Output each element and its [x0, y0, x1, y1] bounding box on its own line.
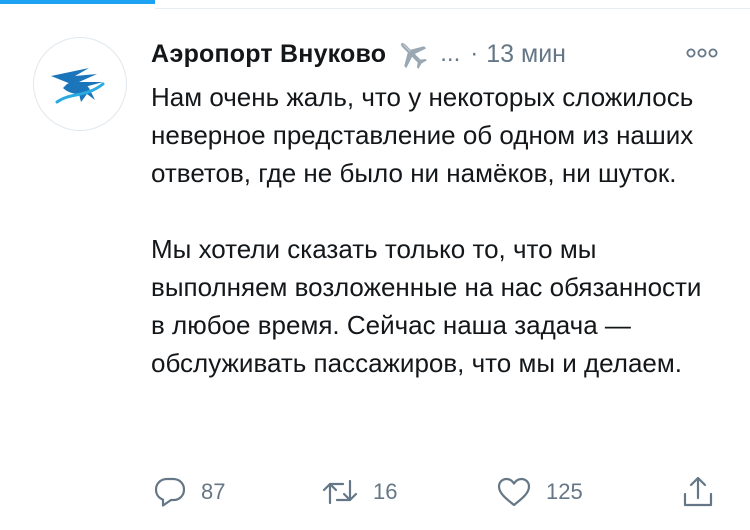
- tweet-timestamp[interactable]: 13 мин: [486, 40, 566, 69]
- share-icon: [683, 476, 713, 507]
- retweet-icon: [322, 479, 358, 505]
- share-button[interactable]: [681, 470, 715, 514]
- separator-dot: ·: [470, 40, 479, 67]
- top-divider: [155, 8, 750, 9]
- avatar[interactable]: [33, 37, 127, 131]
- airplane-icon: [394, 36, 430, 72]
- more-icon[interactable]: [682, 38, 722, 68]
- retweet-count: 16: [373, 479, 398, 504]
- tweet-header: Аэропорт Внуково ... · 13 мин: [151, 34, 730, 74]
- reply-count: 87: [201, 479, 226, 504]
- reply-button[interactable]: 87: [153, 470, 225, 514]
- retweet-button[interactable]: 16: [321, 470, 397, 514]
- tweet-actions: 87 16 125: [151, 470, 730, 514]
- author-name[interactable]: Аэропорт Внуково: [151, 40, 386, 69]
- tweet-paragraph: Мы хотели сказать только то, что мы выпо…: [151, 234, 702, 378]
- heart-icon: [497, 477, 531, 507]
- like-button[interactable]: 125: [496, 470, 583, 514]
- tweet-text: Нам очень жаль, что у некоторых сложилос…: [151, 78, 711, 382]
- vnukovo-logo-icon: [51, 68, 105, 104]
- tweet-paragraph: Нам очень жаль, что у некоторых сложилос…: [151, 82, 694, 188]
- author-handle[interactable]: ...: [440, 40, 460, 68]
- like-count: 125: [546, 479, 583, 504]
- reply-icon: [154, 477, 186, 507]
- active-tab-indicator: [0, 0, 155, 4]
